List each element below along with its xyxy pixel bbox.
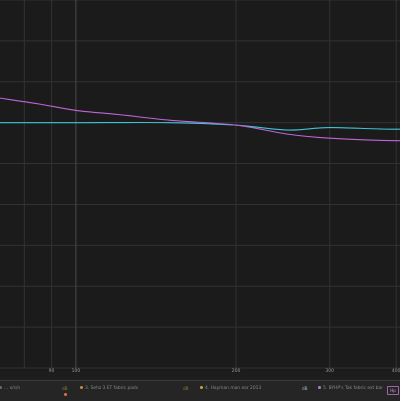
legend-label: 3. Sehz 3 ET fabric pads: [85, 386, 139, 391]
x-tick-labels: 90 100 200 300 400: [49, 368, 400, 372]
series-line-1: [0, 121, 400, 131]
legend-item[interactable]: 4. Hayman man ear 2013: [200, 386, 261, 391]
series-color-swatch: [0, 386, 2, 389]
series-color-swatch: [318, 386, 321, 389]
grid: [0, 0, 400, 369]
chart-plot-area: 90 100 200 300 400: [0, 0, 400, 372]
series-color-swatch: [200, 386, 203, 389]
frequency-response-chart: 90 100 200 300 400: [0, 0, 400, 372]
legend-db-value: dB: [62, 386, 68, 391]
status-dot-icon: [64, 393, 67, 396]
x-tick-label: 400: [392, 368, 400, 372]
legend-label: 4. Hayman man ear 2013: [205, 386, 262, 391]
x-tick-label: 90: [49, 368, 55, 372]
legend-item[interactable]: ... x/s/n: [0, 386, 20, 391]
legend-item[interactable]: 5. BYHP's Tak fabric ext bar: [318, 386, 383, 391]
legend-label: 5. BYHP's Tak fabric ext bar: [323, 386, 383, 391]
series-color-swatch: [80, 386, 83, 389]
headphone-tag-button[interactable]: Hp: [387, 386, 399, 395]
legend-db-value: dB: [183, 386, 189, 391]
x-tick-label: 200: [232, 368, 241, 372]
legend-bar: ... x/s/n dB 3. Sehz 3 ET fabric pads dB…: [0, 380, 400, 401]
series-lines: [0, 97, 400, 142]
x-tick-label: 300: [325, 368, 334, 372]
legend-label: ... x/s/n: [4, 386, 21, 391]
legend-item[interactable]: 3. Sehz 3 ET fabric pads: [80, 386, 138, 391]
series-line-2: [0, 97, 400, 142]
x-tick-label: 100: [72, 368, 81, 372]
legend-db-value: dB: [302, 386, 308, 391]
